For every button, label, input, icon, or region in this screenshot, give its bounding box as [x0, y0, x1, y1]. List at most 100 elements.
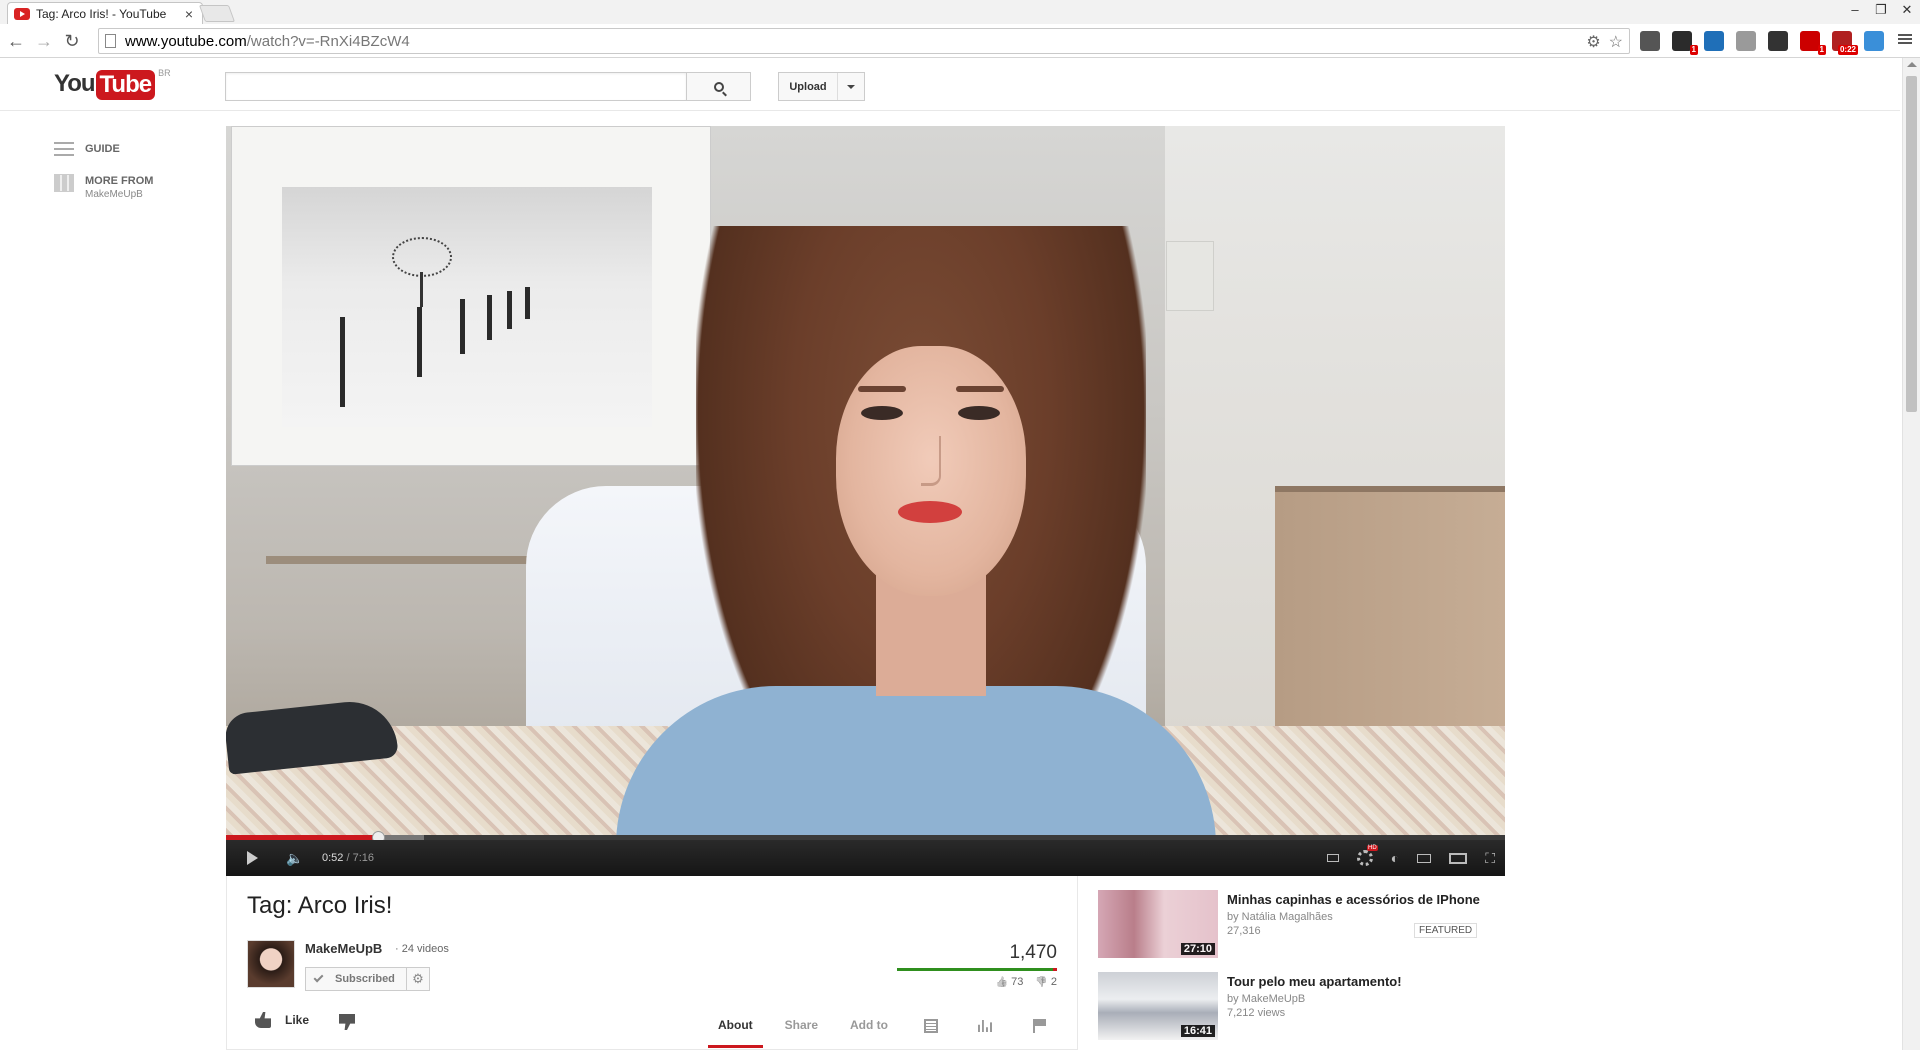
tv-extension-icon[interactable]: [1704, 31, 1724, 51]
player-right-controls: HD ◐ ⛶: [1326, 845, 1505, 867]
guide-label: MORE FROM MakeMeUpB: [85, 175, 154, 200]
video-frame[interactable]: [226, 126, 1505, 842]
page-scrollbar[interactable]: [1902, 58, 1920, 1050]
large-player-icon[interactable]: [1449, 852, 1468, 864]
like-button[interactable]: Like: [255, 1012, 309, 1028]
tab-about[interactable]: About: [708, 1004, 763, 1048]
player-controls: 🔈 0:52 / 7:16 HD ◐ ⛶: [226, 840, 1505, 876]
info-extension-icon[interactable]: [1768, 31, 1788, 51]
logo-you: You: [54, 70, 96, 97]
minimize-button[interactable]: ‒: [1842, 0, 1868, 20]
tab-close-icon[interactable]: ×: [182, 6, 196, 22]
upload-button[interactable]: Upload: [778, 72, 865, 101]
channel-video-count[interactable]: · 24 videos: [395, 943, 449, 955]
search-button[interactable]: [687, 72, 751, 101]
dislike-portion: [1052, 968, 1057, 971]
s-extension-icon[interactable]: 1: [1672, 31, 1698, 55]
dislike-count: 2: [1035, 976, 1057, 988]
video-scene-painting: [231, 126, 711, 466]
video-thumbnail[interactable]: 16:41: [1098, 972, 1218, 1040]
action-tabs: About Share Add to: [702, 1004, 1066, 1048]
url-host: www.youtube.com: [125, 32, 247, 50]
related-video-item[interactable]: 16:41 Tour pelo meu apartamento! by Make…: [1098, 972, 1498, 1054]
play-button[interactable]: [226, 840, 278, 876]
subscription-settings-button[interactable]: ⚙: [406, 967, 430, 991]
related-video-title[interactable]: Tour pelo meu apartamento!: [1227, 974, 1402, 989]
youtube-header: You Tube BR Upload: [0, 58, 1900, 111]
captions-icon[interactable]: [1326, 854, 1339, 862]
thumbs-up-icon: [255, 1012, 271, 1028]
tab-title: Tag: Arco Iris! - YouTube: [36, 6, 167, 21]
volume-icon: 🔈: [286, 849, 304, 866]
fullscreen-icon[interactable]: ⛶: [1485, 850, 1495, 867]
reload-icon[interactable]: ↻: [62, 31, 82, 51]
guide-item-guide[interactable]: GUIDE: [54, 142, 153, 160]
play-icon: [246, 851, 258, 865]
guide-sidebar: GUIDE MORE FROM MakeMeUpB: [54, 142, 153, 216]
settings-gear-icon[interactable]: HD: [1356, 845, 1378, 866]
annotations-icon[interactable]: ◐: [1391, 850, 1399, 866]
tab-report[interactable]: [1012, 1004, 1066, 1048]
flag-icon: [1032, 1019, 1046, 1033]
related-video-title[interactable]: Minhas capinhas e acessórios de IPhone: [1227, 892, 1480, 907]
restore-button[interactable]: ❐: [1868, 0, 1894, 20]
view-count: 1,470: [1009, 942, 1057, 963]
video-person-face: [836, 346, 1026, 596]
translate-icon[interactable]: ⚙: [1586, 32, 1600, 52]
tab-add-to[interactable]: Add to: [840, 1004, 898, 1048]
thumbs-down-icon[interactable]: [339, 1014, 355, 1030]
tab-statistics[interactable]: [958, 1004, 1012, 1048]
new-tab-button[interactable]: [198, 5, 236, 22]
mail-extension-icon[interactable]: [1640, 31, 1660, 51]
logo-country: BR: [158, 68, 171, 78]
extension-badge: 0:22: [1837, 45, 1858, 55]
back-arrow-icon[interactable]: ←: [6, 31, 26, 51]
video-thumbnail[interactable]: 27:10: [1098, 890, 1218, 958]
browser-toolbar: ← → ↻ www.youtube.com/watch?v=-RnXi4BZcW…: [0, 24, 1920, 58]
address-bar[interactable]: www.youtube.com/watch?v=-RnXi4BZcW4 ⚙ ☆: [98, 28, 1630, 54]
tab-transcript[interactable]: [904, 1004, 958, 1048]
ghostery-extension-icon[interactable]: 1: [1800, 31, 1826, 55]
guide-item-more-from[interactable]: MORE FROM MakeMeUpB: [54, 174, 153, 202]
volume-button[interactable]: 🔈: [278, 840, 312, 876]
close-window-button[interactable]: ✕: [1894, 0, 1920, 20]
browser-tab[interactable]: Tag: Arco Iris! - YouTube ×: [7, 2, 203, 24]
duration: 7:16: [352, 852, 375, 864]
scroll-up-arrow-icon[interactable]: [1907, 62, 1917, 67]
extension-icons: 1 1 0:22: [1640, 31, 1884, 55]
omnibox-actions: ⚙ ☆: [1586, 32, 1623, 52]
video-title: Tag: Arco Iris!: [247, 892, 393, 919]
globe-extension-icon[interactable]: [1736, 31, 1756, 51]
page-icon: [105, 34, 116, 48]
video-player[interactable]: 🔈 0:52 / 7:16 HD ◐ ⛶: [226, 126, 1505, 876]
chrome-menu-icon[interactable]: [1898, 32, 1912, 46]
channel-name-link[interactable]: MakeMeUpB: [305, 941, 382, 956]
related-video-item[interactable]: 27:10 Minhas capinhas e acessórios de IP…: [1098, 890, 1498, 972]
search-input[interactable]: [225, 72, 687, 101]
tab-share[interactable]: Share: [775, 1004, 828, 1048]
bookmark-star-icon[interactable]: ☆: [1609, 32, 1623, 52]
small-player-icon[interactable]: [1417, 853, 1432, 863]
subscribed-button[interactable]: Subscribed: [305, 967, 407, 991]
drive-extension-icon[interactable]: [1864, 31, 1884, 51]
bar-chart-icon: [978, 1020, 993, 1032]
guide-menu-icon: [54, 142, 74, 160]
search-icon: [713, 81, 724, 92]
transcript-icon: [924, 1019, 939, 1033]
related-video-views: 7,212 views: [1227, 1007, 1286, 1019]
upload-label: Upload: [779, 73, 838, 100]
counter-extension-icon[interactable]: 0:22: [1832, 31, 1858, 55]
like-count: 73: [996, 976, 1023, 988]
video-duration: 16:41: [1180, 1025, 1215, 1037]
logo-tube: Tube: [95, 70, 156, 100]
channel-avatar[interactable]: [247, 940, 295, 988]
related-video-author: by MakeMeUpB: [1227, 993, 1306, 1005]
extension-badge: 1: [1689, 45, 1698, 55]
related-video-author: by Natália Magalhães: [1227, 911, 1333, 923]
scrollbar-thumb[interactable]: [1906, 76, 1917, 412]
forward-arrow-icon[interactable]: →: [34, 31, 54, 51]
upload-menu-button[interactable]: [838, 73, 864, 100]
extension-badge: 1: [1817, 45, 1826, 55]
youtube-logo[interactable]: You Tube BR: [54, 68, 171, 100]
browser-tab-bar: Tag: Arco Iris! - YouTube × ‒ ❐ ✕: [0, 0, 1920, 24]
